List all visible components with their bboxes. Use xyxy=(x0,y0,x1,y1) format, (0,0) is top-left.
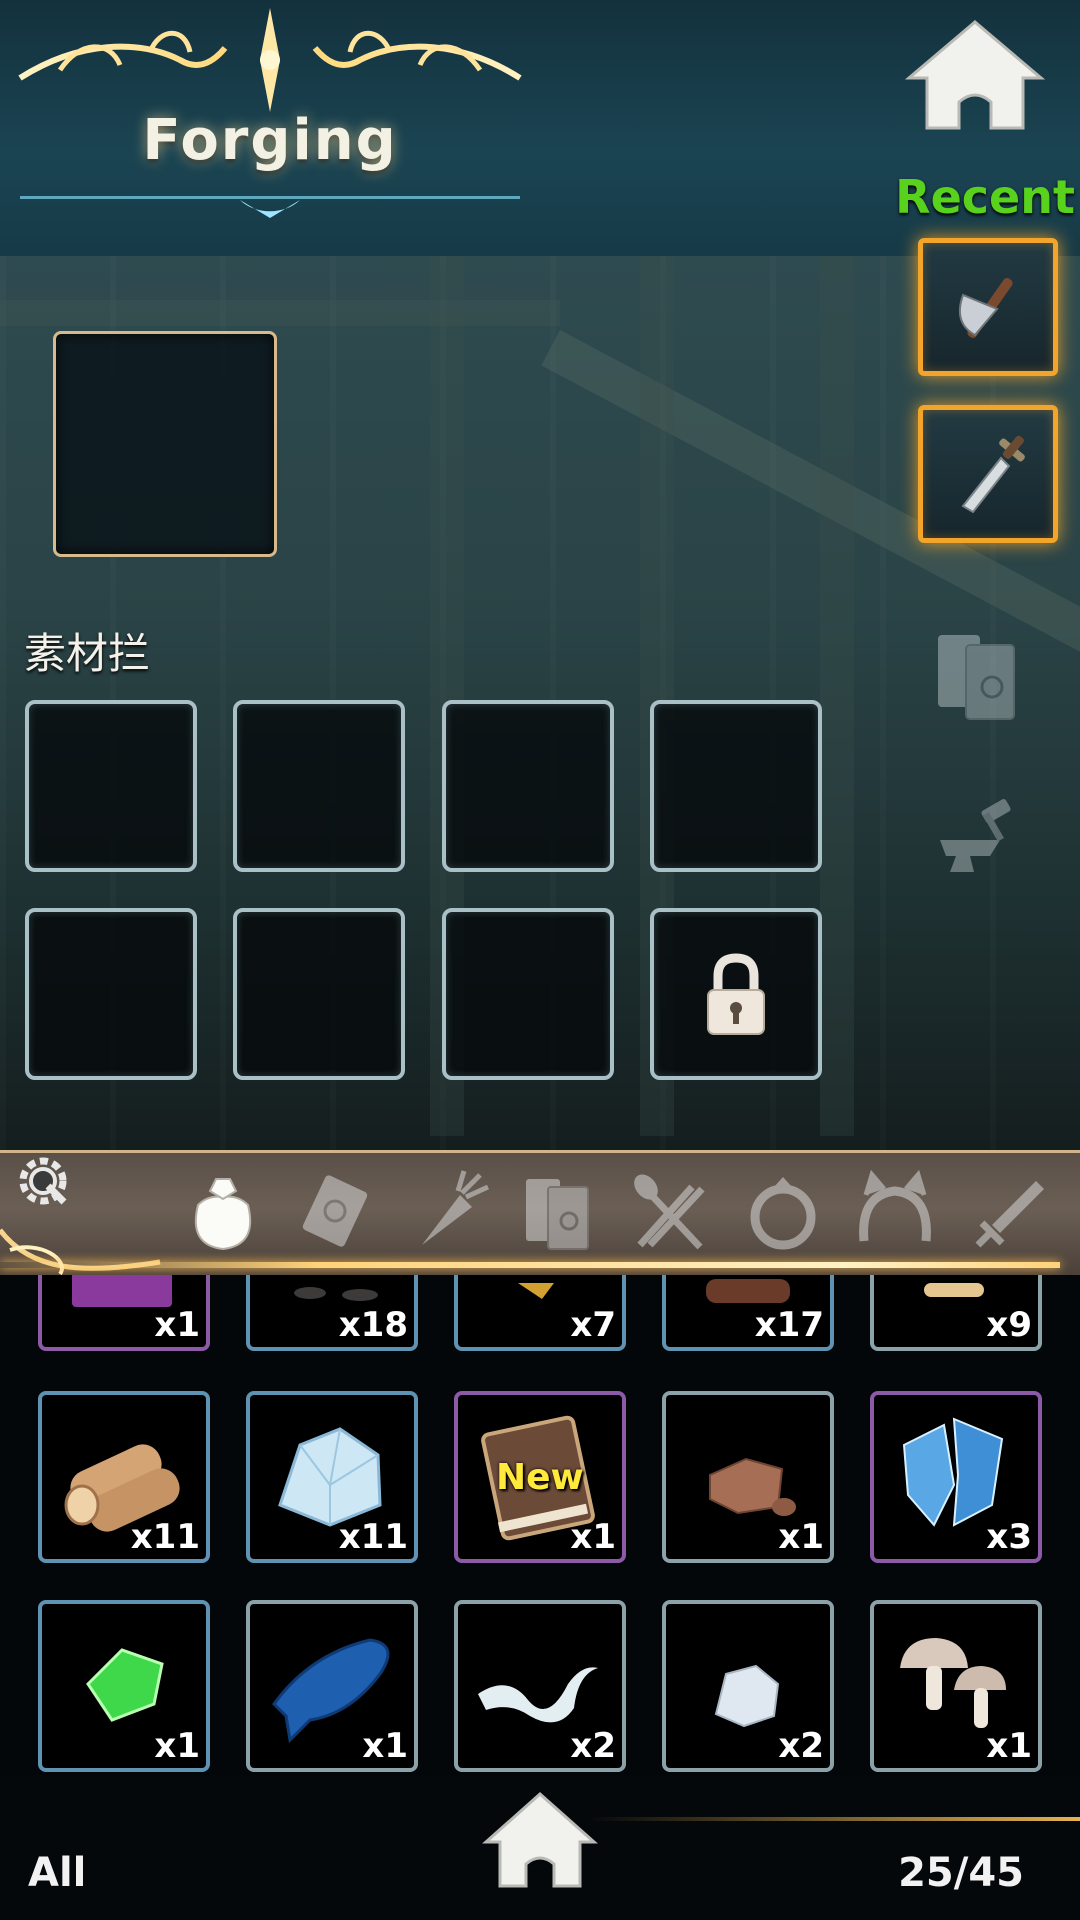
item-count: x2 xyxy=(570,1726,616,1766)
carrot-icon xyxy=(422,1170,490,1245)
bag-icon xyxy=(194,1178,252,1251)
tab-utensils[interactable] xyxy=(626,1165,716,1255)
material-slot-locked[interactable] xyxy=(650,908,822,1080)
recent-slot-dagger[interactable] xyxy=(918,405,1058,543)
inventory-item-mushrooms[interactable]: x1 xyxy=(870,1600,1042,1772)
tab-bag[interactable] xyxy=(178,1165,268,1255)
inventory-item-wood-logs[interactable]: x11 xyxy=(38,1391,210,1563)
axe-icon xyxy=(959,278,1013,338)
material-slot[interactable] xyxy=(233,700,405,872)
inventory-item-bone[interactable]: x9 xyxy=(870,1275,1042,1351)
scroll-icon xyxy=(302,1175,368,1247)
books-icon xyxy=(526,1179,589,1250)
item-count: x17 xyxy=(754,1305,824,1345)
inventory-capacity: 25/45 xyxy=(898,1850,1024,1896)
sword-icon xyxy=(975,1181,1044,1248)
home-icon xyxy=(482,1791,598,1888)
item-count: x1 xyxy=(362,1726,408,1766)
inventory-item-blue-crystal-cluster[interactable]: x3 xyxy=(870,1391,1042,1563)
item-count: x1 xyxy=(154,1726,200,1766)
recent-slot-axe[interactable] xyxy=(918,238,1058,376)
header-bar: Forging Recent xyxy=(0,0,1080,256)
inventory-item-white-cloth[interactable]: x2 xyxy=(454,1600,626,1772)
ring-icon xyxy=(750,1177,816,1250)
recent-label: Recent xyxy=(895,170,1075,224)
dagger-icon xyxy=(961,435,1025,514)
page-title: Forging xyxy=(142,108,398,173)
bottom-glow-line xyxy=(590,1817,1080,1821)
home-button[interactable] xyxy=(905,18,1045,133)
side-anvil-button[interactable] xyxy=(930,790,1025,885)
settings-button[interactable] xyxy=(10,1148,76,1214)
lock-icon xyxy=(707,953,765,1035)
inventory-item-brown-book[interactable]: New x1 xyxy=(454,1391,626,1563)
filter-all-button[interactable]: All xyxy=(28,1850,86,1896)
item-count: x1 xyxy=(570,1517,616,1557)
background-beam xyxy=(0,300,560,326)
item-count: x11 xyxy=(338,1517,408,1557)
item-count: x1 xyxy=(986,1726,1032,1766)
material-slot[interactable] xyxy=(25,908,197,1080)
gear-icon xyxy=(19,1157,67,1205)
item-count: x1 xyxy=(778,1517,824,1557)
item-count: x9 xyxy=(986,1305,1032,1345)
material-slot[interactable] xyxy=(650,700,822,872)
inventory-item-gold-shard[interactable]: x7 xyxy=(454,1275,626,1351)
inventory-item-green-gem[interactable]: x1 xyxy=(38,1600,210,1772)
background-pillar xyxy=(820,256,854,1136)
inventory-item-white-stone[interactable]: x2 xyxy=(662,1600,834,1772)
materials-label: 素材拦 xyxy=(24,629,151,678)
books-icon xyxy=(938,635,1015,720)
headband-icon xyxy=(859,1169,931,1242)
home-button-bottom[interactable] xyxy=(482,1790,598,1890)
inventory-item-blue-claw[interactable]: x1 xyxy=(246,1600,418,1772)
tab-carrot[interactable] xyxy=(402,1165,492,1255)
inventory-item-copper-ore[interactable]: x1 xyxy=(662,1391,834,1563)
item-count: x3 xyxy=(986,1517,1032,1557)
item-count: x18 xyxy=(338,1305,408,1345)
tab-ring[interactable] xyxy=(738,1165,828,1255)
inventory-item-ice-crystal[interactable]: x11 xyxy=(246,1391,418,1563)
material-slot[interactable] xyxy=(442,700,614,872)
tab-bar-glow-line xyxy=(0,1262,1060,1268)
new-badge: New xyxy=(496,1457,584,1498)
material-slot[interactable] xyxy=(233,908,405,1080)
inventory-item-purple-book[interactable]: x1 xyxy=(38,1275,210,1351)
inventory-item-dark-ore[interactable]: x18 xyxy=(246,1275,418,1351)
item-count: x1 xyxy=(154,1305,200,1345)
utensils-icon xyxy=(634,1174,705,1250)
item-count: x7 xyxy=(570,1305,616,1345)
home-icon xyxy=(905,20,1045,130)
material-slot[interactable] xyxy=(25,700,197,872)
anvil-hammer-icon xyxy=(940,799,1011,872)
side-books-button[interactable] xyxy=(930,625,1025,725)
item-count: x11 xyxy=(130,1517,200,1557)
item-count: x2 xyxy=(778,1726,824,1766)
material-slot[interactable] xyxy=(442,908,614,1080)
tab-sword[interactable] xyxy=(962,1165,1052,1255)
tab-books[interactable] xyxy=(514,1165,604,1255)
inventory-grid: x1 x18 x7 x17 x9 x11 x11 New x1 x1 x3 x1… xyxy=(0,1275,1080,1775)
forge-preview-slot[interactable] xyxy=(53,331,277,557)
tab-headband[interactable] xyxy=(850,1165,940,1255)
inventory-item-log[interactable]: x17 xyxy=(662,1275,834,1351)
title-banner: Forging xyxy=(0,0,540,230)
tab-scroll[interactable] xyxy=(290,1165,380,1255)
